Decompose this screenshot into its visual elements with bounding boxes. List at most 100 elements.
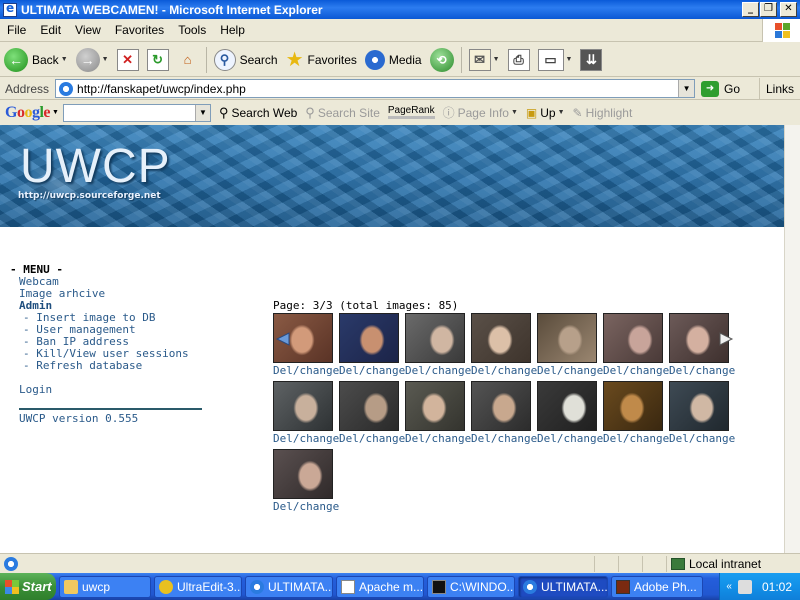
next-page-arrow-icon[interactable] <box>718 331 734 347</box>
thumbnail-cell: Del/change <box>603 313 669 377</box>
dropdown-arrow-icon[interactable]: ▼ <box>511 109 518 116</box>
del-change-link[interactable]: Del/change <box>273 432 339 445</box>
history-button[interactable]: ⟲ <box>426 45 458 75</box>
taskbar-item-ie-active[interactable]: ULTIMATA... <box>518 575 608 598</box>
address-url[interactable]: http://fanskapet/uwcp/index.php <box>77 82 246 96</box>
menu-link-refresh-db[interactable]: - Refresh database <box>10 360 202 372</box>
del-change-link[interactable]: Del/change <box>603 432 669 445</box>
address-input[interactable]: http://fanskapet/uwcp/index.php ▼ <box>55 79 696 98</box>
tray-expand-icon[interactable]: « <box>726 581 732 592</box>
go-button[interactable]: ➜ Go <box>701 80 740 97</box>
del-change-link[interactable]: Del/change <box>603 364 669 377</box>
stop-button[interactable]: ✕ <box>113 45 143 75</box>
menu-help[interactable]: Help <box>213 23 252 37</box>
del-change-link[interactable]: Del/change <box>471 364 537 377</box>
taskbar-item-ultraedit[interactable]: UltraEdit-3... <box>154 575 242 598</box>
previous-page-arrow-icon[interactable] <box>275 331 291 347</box>
window-icon <box>341 579 355 594</box>
menu-tools[interactable]: Tools <box>171 23 213 37</box>
thumbnail-cell: Del/change <box>537 313 603 377</box>
del-change-link[interactable]: Del/change <box>273 500 339 513</box>
task-label: ULTIMATA... <box>541 579 608 594</box>
page-icon <box>59 81 74 96</box>
network-icon[interactable] <box>737 579 752 594</box>
menu-edit[interactable]: Edit <box>33 23 68 37</box>
webcam-thumbnail[interactable] <box>471 381 531 431</box>
menu-link-login[interactable]: Login <box>10 384 202 396</box>
forward-button[interactable]: → ▼ <box>72 45 113 75</box>
del-change-link[interactable]: Del/change <box>669 432 735 445</box>
search-web-button[interactable]: ⚲ Search Web <box>219 105 297 121</box>
console-icon <box>432 579 446 594</box>
minimize-button[interactable]: _ <box>742 2 759 17</box>
webcam-thumbnail[interactable] <box>537 381 597 431</box>
highlight-button[interactable]: ✎ Highlight <box>573 106 633 120</box>
webcam-thumbnail[interactable] <box>339 313 399 363</box>
close-button[interactable]: ✕ <box>780 2 797 17</box>
webcam-thumbnail[interactable] <box>273 449 333 499</box>
extra-button[interactable]: ⇊ <box>576 45 606 75</box>
del-change-link[interactable]: Del/change <box>405 364 471 377</box>
home-button[interactable]: ⌂ <box>173 45 203 75</box>
vertical-scrollbar[interactable] <box>784 125 800 553</box>
edit-button[interactable]: ▭ ▼ <box>534 45 577 75</box>
task-label: Apache m... <box>359 579 424 594</box>
start-label: Start <box>22 579 52 594</box>
mail-button[interactable]: ✉ ▼ <box>465 45 504 75</box>
up-button[interactable]: ▣ Up ▼ <box>526 106 565 120</box>
status-cell <box>618 555 642 572</box>
links-button[interactable]: Links <box>758 77 800 100</box>
dropdown-arrow-icon[interactable]: ▼ <box>566 56 573 63</box>
webcam-thumbnail[interactable] <box>405 381 465 431</box>
del-change-link[interactable]: Del/change <box>339 364 405 377</box>
back-button[interactable]: ← Back ▼ <box>0 45 72 75</box>
webcam-thumbnail[interactable] <box>603 313 663 363</box>
webcam-thumbnail[interactable] <box>669 381 729 431</box>
google-dropdown-icon[interactable]: ▼ <box>194 104 210 121</box>
thumbnail-cell: Del/change <box>339 381 405 445</box>
page-info-button[interactable]: ⓘ Page Info ▼ <box>443 104 518 121</box>
google-menu-arrow-icon[interactable]: ▼ <box>52 109 59 116</box>
media-button[interactable]: Media <box>361 45 426 75</box>
menu-view[interactable]: View <box>68 23 108 37</box>
del-change-link[interactable]: Del/change <box>537 432 603 445</box>
search-web-label: Search Web <box>231 105 298 120</box>
google-search-input[interactable]: ▼ <box>62 103 211 122</box>
webcam-thumbnail[interactable] <box>471 313 531 363</box>
del-change-link[interactable]: Del/change <box>669 364 735 377</box>
search-site-button[interactable]: ⚲ Search Site <box>305 105 380 121</box>
search-button[interactable]: ⚲ Search <box>210 45 282 75</box>
webcam-thumbnail[interactable] <box>339 381 399 431</box>
menu-file[interactable]: File <box>0 23 33 37</box>
start-button[interactable]: Start <box>0 573 56 600</box>
dropdown-arrow-icon[interactable]: ▼ <box>558 109 565 116</box>
task-label: UltraEdit-3... <box>177 579 242 594</box>
taskbar-item-cmd[interactable]: C:\WINDO... <box>427 575 515 598</box>
webcam-thumbnail[interactable] <box>603 381 663 431</box>
del-change-link[interactable]: Del/change <box>405 432 471 445</box>
refresh-button[interactable]: ↻ <box>143 45 173 75</box>
webcam-thumbnail[interactable] <box>273 381 333 431</box>
print-button[interactable]: ⎙ <box>504 45 534 75</box>
dropdown-arrow-icon[interactable]: ▼ <box>493 56 500 63</box>
dropdown-arrow-icon[interactable]: ▼ <box>61 56 68 63</box>
menu-favorites[interactable]: Favorites <box>108 23 171 37</box>
taskbar-item-ie-1[interactable]: ULTIMATA... <box>245 575 333 598</box>
del-change-link[interactable]: Del/change <box>339 432 405 445</box>
taskbar-item-photoshop[interactable]: Adobe Ph... <box>611 575 703 598</box>
google-logo[interactable]: Google <box>5 104 50 122</box>
taskbar-item-uwcp[interactable]: uwcp <box>59 575 151 598</box>
webcam-thumbnail[interactable] <box>405 313 465 363</box>
favorites-button[interactable]: ★ Favorites <box>282 45 361 75</box>
webcam-thumbnail[interactable] <box>537 313 597 363</box>
dropdown-arrow-icon[interactable]: ▼ <box>102 56 109 63</box>
del-change-link[interactable]: Del/change <box>273 364 339 377</box>
taskbar-item-apache[interactable]: Apache m... <box>336 575 424 598</box>
maximize-button[interactable]: ❐ <box>760 2 777 17</box>
address-dropdown-icon[interactable]: ▼ <box>678 80 695 97</box>
system-tray: « 01:02 <box>719 573 800 600</box>
clock: 01:02 <box>761 579 792 594</box>
pagerank-indicator[interactable]: PageRank <box>387 106 435 119</box>
del-change-link[interactable]: Del/change <box>471 432 537 445</box>
del-change-link[interactable]: Del/change <box>537 364 603 377</box>
